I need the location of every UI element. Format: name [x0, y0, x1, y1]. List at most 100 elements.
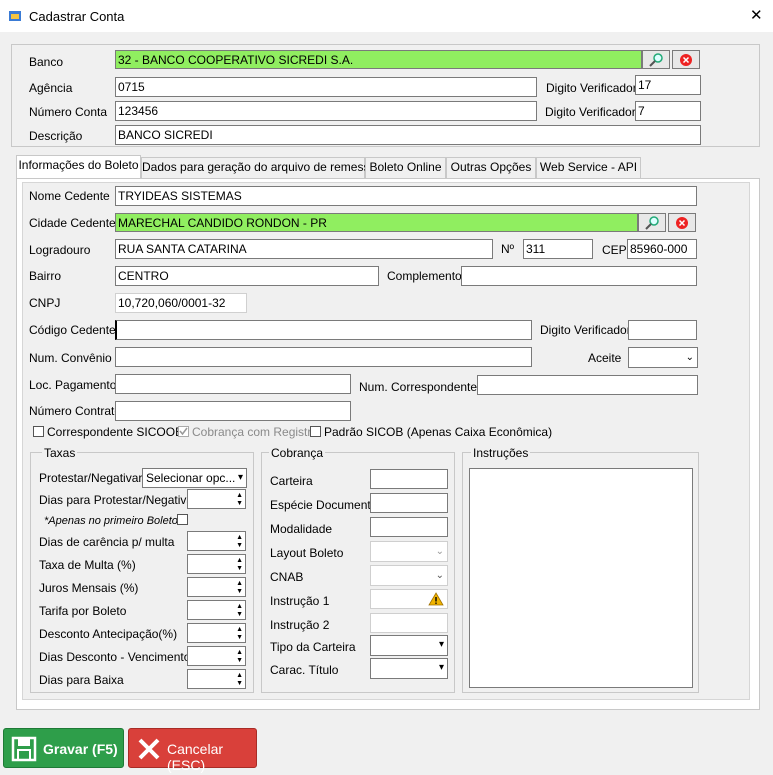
- check-icon: [179, 427, 188, 436]
- cep-field[interactable]: 85960-000: [627, 239, 697, 259]
- carteira-field[interactable]: [370, 469, 448, 489]
- numero-label: Nº: [501, 242, 515, 256]
- gravar-button[interactable]: Gravar (F5): [3, 728, 124, 768]
- layout-label: Layout Boleto: [270, 546, 344, 560]
- protestar-select[interactable]: Selecionar opc... ▾: [142, 468, 247, 488]
- dv-conta-label: Digito Verificador: [545, 105, 636, 119]
- num-convenio-field[interactable]: [115, 347, 532, 367]
- instrucao2-label: Instrução 2: [270, 618, 330, 632]
- nome-cedente-field[interactable]: TRYIDEAS SISTEMAS: [115, 186, 697, 206]
- dias-desconto-spinner[interactable]: ▲ ▼: [187, 646, 246, 666]
- dv-agencia-field[interactable]: 17: [635, 75, 701, 95]
- logradouro-label: Logradouro: [29, 243, 91, 257]
- agencia-field[interactable]: 0715: [115, 77, 537, 97]
- cnab-label: CNAB: [270, 570, 304, 584]
- codigo-cedente-field[interactable]: [115, 320, 532, 340]
- dias-carencia-spinner[interactable]: ▲ ▼: [187, 531, 246, 551]
- instrucoes-textarea[interactable]: [469, 468, 693, 688]
- correspondente-sicoob-checkbox[interactable]: [33, 426, 44, 437]
- tipo-carteira-select[interactable]: ▾: [370, 635, 448, 656]
- dv-cedente-label: Digito Verificador: [540, 323, 631, 337]
- protestar-label: Protestar/Negativar?: [39, 471, 150, 485]
- taxa-multa-spinner[interactable]: ▲ ▼: [187, 554, 246, 574]
- banco-search-button[interactable]: [642, 50, 670, 69]
- cobranca-registro-label: Cobrança com Registro: [192, 425, 319, 439]
- dias-protestar-label: Dias para Protestar/Negativar: [39, 493, 198, 507]
- especie-label: Espécie Documento: [270, 498, 378, 512]
- tab-outras-opcoes[interactable]: Outras Opções: [446, 157, 536, 178]
- title-bar: Cadastrar Conta ✕: [0, 0, 773, 32]
- complemento-label: Complemento: [387, 269, 462, 283]
- tipo-carteira-label: Tipo da Carteira: [270, 640, 356, 654]
- numero-contrato-field[interactable]: [115, 401, 351, 421]
- layout-select[interactable]: ⌄: [370, 541, 448, 562]
- chevron-down-icon: ⌄: [685, 352, 694, 363]
- tab-informacoes-boleto[interactable]: Informações do Boleto: [16, 155, 141, 179]
- juros-spinner[interactable]: ▲ ▼: [187, 577, 246, 597]
- cidade-cedente-field[interactable]: MARECHAL CANDIDO RONDON - PR: [115, 213, 638, 232]
- agencia-label: Agência: [29, 81, 73, 95]
- cobranca-registro-checkbox[interactable]: [178, 426, 189, 437]
- tab-dados-remessa[interactable]: Dados para geração do arquivo de remessa: [141, 157, 376, 178]
- carteira-label: Carteira: [270, 474, 313, 488]
- instrucao1-label: Instrução 1: [270, 594, 330, 608]
- cidade-cedente-label: Cidade Cedente: [29, 216, 116, 230]
- cnpj-field[interactable]: 10,720,060/0001-32: [115, 293, 247, 313]
- num-convenio-label: Num. Convênio: [29, 351, 112, 365]
- numero-conta-field[interactable]: 123456: [115, 101, 537, 121]
- dias-baixa-label: Dias para Baixa: [39, 673, 124, 687]
- juros-label: Juros Mensais (%): [39, 581, 139, 595]
- dropdown-arrow-icon: ▾: [438, 639, 444, 650]
- instrucao1-field[interactable]: [370, 589, 448, 609]
- dropdown-arrow-icon: ▾: [237, 472, 243, 483]
- dias-carencia-label: Dias de carência p/ multa: [39, 535, 175, 549]
- tab-web-service[interactable]: Web Service - API: [536, 157, 641, 178]
- banco-field[interactable]: 32 - BANCO COOPERATIVO SICREDI S.A.: [115, 50, 642, 69]
- dias-protestar-spinner[interactable]: ▲ ▼: [187, 489, 246, 509]
- aceite-select[interactable]: ⌄: [628, 347, 698, 368]
- numero-field[interactable]: 311: [523, 239, 593, 259]
- desconto-spinner[interactable]: ▲ ▼: [187, 623, 246, 643]
- cnab-select[interactable]: ⌄: [370, 565, 448, 586]
- complemento-field[interactable]: [461, 266, 697, 286]
- instrucao2-field[interactable]: [370, 613, 448, 633]
- cnpj-label: CNPJ: [29, 296, 61, 310]
- taxa-multa-label: Taxa de Multa (%): [39, 558, 136, 572]
- descricao-field[interactable]: BANCO SICREDI: [115, 125, 701, 145]
- aceite-label: Aceite: [588, 351, 622, 365]
- num-correspondente-label: Num. Correspondente: [359, 380, 478, 394]
- banco-clear-button[interactable]: [672, 50, 700, 69]
- tarifa-spinner[interactable]: ▲ ▼: [187, 600, 246, 620]
- window-title: Cadastrar Conta: [29, 9, 125, 24]
- dv-cedente-field[interactable]: [628, 320, 697, 340]
- loc-pagamento-field[interactable]: [115, 374, 351, 394]
- especie-field[interactable]: [370, 493, 448, 513]
- carac-titulo-label: Carac. Título: [270, 663, 339, 677]
- bairro-field[interactable]: CENTRO: [115, 266, 379, 286]
- cobranca-title: Cobrança: [269, 446, 326, 460]
- logradouro-field[interactable]: RUA SANTA CATARINA: [115, 239, 493, 259]
- gravar-label: Gravar (F5): [43, 741, 118, 757]
- carac-titulo-select[interactable]: ▾: [370, 658, 448, 679]
- dias-desconto-label: Dias Desconto - Vencimento: [39, 650, 191, 664]
- instrucoes-title: Instruções: [471, 446, 531, 460]
- padrao-sicob-checkbox[interactable]: [310, 426, 321, 437]
- chevron-down-icon: ⌄: [435, 546, 444, 557]
- apenas-primeiro-checkbox[interactable]: [177, 514, 188, 525]
- search-icon: [645, 216, 659, 230]
- modalidade-field[interactable]: [370, 517, 448, 537]
- dias-baixa-spinner[interactable]: ▲ ▼: [187, 669, 246, 689]
- cancelar-button[interactable]: Cancelar (ESC): [128, 728, 257, 773]
- banco-label: Banco: [29, 55, 64, 69]
- dv-agencia-label: Digito Verificador: [546, 81, 637, 95]
- tab-boleto-online[interactable]: Boleto Online: [365, 157, 446, 178]
- cidade-search-button[interactable]: [638, 213, 666, 232]
- padrao-sicob-label: Padrão SICOB (Apenas Caixa Econômica): [324, 425, 553, 439]
- correspondente-sicoob-label: Correspondente SICOOB: [47, 425, 184, 439]
- taxas-title: Taxas: [42, 446, 78, 460]
- dv-conta-field[interactable]: 7: [635, 101, 701, 121]
- close-icon[interactable]: ✕: [750, 6, 763, 24]
- cidade-clear-button[interactable]: [668, 213, 696, 232]
- apenas-primeiro-label: *Apenas no primeiro Boleto: [44, 515, 178, 527]
- num-correspondente-field[interactable]: [477, 375, 698, 395]
